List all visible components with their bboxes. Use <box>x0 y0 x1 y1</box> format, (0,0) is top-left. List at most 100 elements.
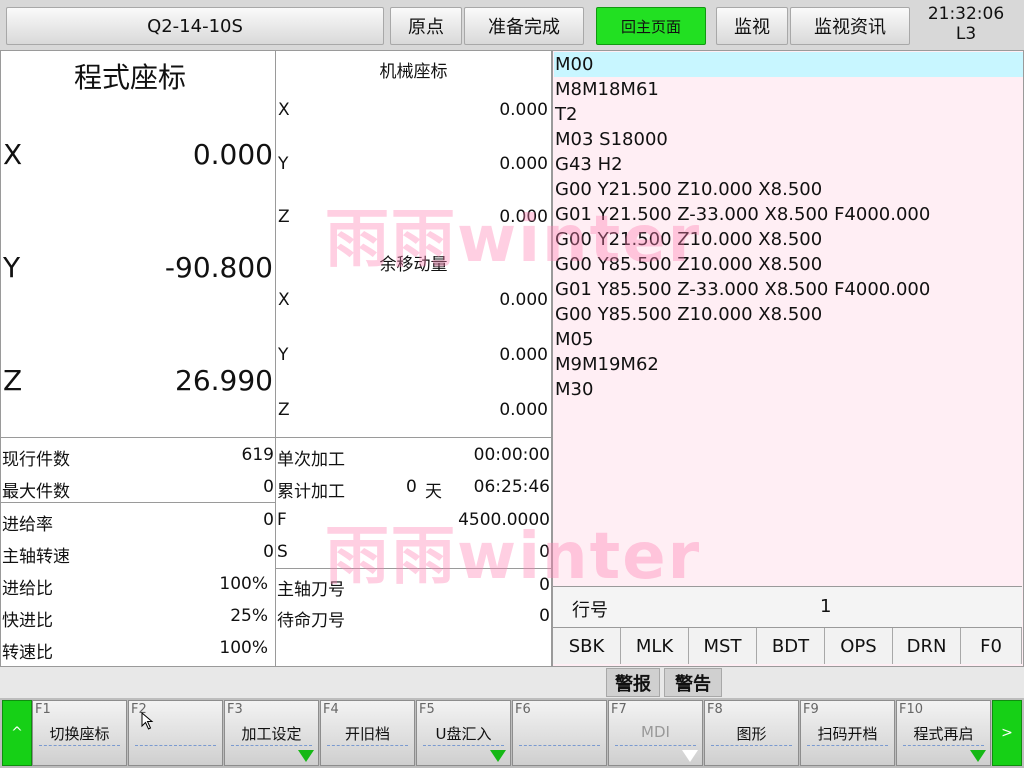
monitor-button[interactable]: 监视 <box>716 7 788 45</box>
remaining-axis-y-value: 0.000 <box>499 345 548 365</box>
program-line[interactable]: M8M18M61 <box>554 77 1023 102</box>
softkey-f2[interactable]: F2 <box>128 700 223 766</box>
s-label: S <box>277 542 288 562</box>
spindle-speed-value: 0 <box>263 542 274 562</box>
softkey-underline <box>711 745 792 746</box>
mode-bdt[interactable]: BDT <box>757 628 825 664</box>
program-line[interactable]: G00 Y21.500 Z10.000 X8.500 <box>554 227 1023 252</box>
single-machining-label: 单次加工 <box>277 450 345 470</box>
program-line[interactable]: G01 Y21.500 Z-33.000 X8.500 F4000.000 <box>554 202 1023 227</box>
clock-time: 21:32:06 <box>927 4 1005 24</box>
softkey-f8[interactable]: F8 图形 <box>704 700 799 766</box>
alarm-tab[interactable]: 警报 <box>606 668 660 697</box>
program-line[interactable]: M00 <box>554 52 1023 77</box>
remaining-move-title: 余移动量 <box>379 255 448 275</box>
main-page-button[interactable]: 回主页面 <box>596 7 706 45</box>
softkey-label: 程式再启 <box>913 725 974 743</box>
softkey-underline <box>39 745 120 746</box>
machine-axis-z-value: 0.000 <box>499 207 548 227</box>
program-line[interactable]: G00 Y21.500 Z10.000 X8.500 <box>554 177 1023 202</box>
softkey-number: F8 <box>707 702 723 717</box>
submenu-triangle-icon <box>298 750 314 762</box>
softkey-number: F7 <box>611 702 627 717</box>
speed-ratio-value: 100% <box>219 638 268 658</box>
softkey-underline <box>327 745 408 746</box>
program-line[interactable]: M03 S18000 <box>554 127 1023 152</box>
program-line[interactable]: G01 Y85.500 Z-33.000 X8.500 F4000.000 <box>554 277 1023 302</box>
mode-sbk[interactable]: SBK <box>553 628 621 664</box>
softkey-number: F10 <box>899 702 924 717</box>
line-number-label: 行号 <box>572 600 608 621</box>
spindle-tool-value: 0 <box>539 575 550 595</box>
softkey-prev-button[interactable]: ^ <box>2 700 32 766</box>
softkey-label: 扫码开档 <box>817 725 878 743</box>
submenu-triangle-icon <box>490 750 506 762</box>
program-line[interactable]: T2 <box>554 102 1023 127</box>
softkey-f1[interactable]: F1 切换座标 <box>32 700 127 766</box>
softkey-f5[interactable]: F5 U盘汇入 <box>416 700 511 766</box>
program-line[interactable]: M30 <box>554 377 1023 402</box>
spindle-speed-label: 主轴转速 <box>2 547 70 567</box>
softkey-number: F3 <box>227 702 243 717</box>
machine-axis-y-label: Y <box>278 154 289 174</box>
softkey-f7[interactable]: F7 MDI <box>608 700 703 766</box>
total-machining-days: 0 <box>406 477 417 497</box>
softkey-underline <box>903 745 984 746</box>
home-status-button[interactable]: 原点 <box>390 7 462 45</box>
program-axis-y-value: -90.800 <box>164 251 273 284</box>
clock: 21:32:06 L3 <box>916 4 1016 46</box>
access-level: L3 <box>955 24 977 44</box>
program-line[interactable]: G00 Y85.500 Z10.000 X8.500 <box>554 252 1023 277</box>
feed-rate-label: 进给率 <box>2 515 53 535</box>
softkey-label: MDI <box>641 723 670 741</box>
machine-axis-x-value: 0.000 <box>499 100 548 120</box>
softkey-f4[interactable]: F4 开旧档 <box>320 700 415 766</box>
softkey-f6[interactable]: F6 <box>512 700 607 766</box>
feed-rate-value: 0 <box>263 510 274 530</box>
f-value: 4500.0000 <box>458 510 550 530</box>
total-machining-time: 06:25:46 <box>473 477 550 497</box>
remaining-axis-z-label: Z <box>278 400 290 420</box>
softkey-next-button[interactable]: > <box>992 700 1022 766</box>
f-label: F <box>277 510 287 530</box>
softkey-label: U盘汇入 <box>435 725 492 743</box>
program-line[interactable]: M9M19M62 <box>554 352 1023 377</box>
ready-status-button[interactable]: 准备完成 <box>464 7 584 45</box>
softkey-underline <box>519 745 600 746</box>
program-line[interactable]: G00 Y85.500 Z10.000 X8.500 <box>554 302 1023 327</box>
softkey-underline <box>423 745 504 746</box>
feed-ratio-label: 进给比 <box>2 579 53 599</box>
softkey-label: 加工设定 <box>241 725 302 743</box>
softkey-f10[interactable]: F10 程式再启 <box>896 700 991 766</box>
rapid-ratio-label: 快进比 <box>2 611 53 631</box>
mode-ops[interactable]: OPS <box>825 628 893 664</box>
program-name-display: Q2-14-10S <box>6 7 384 45</box>
machine-coords-title: 机械座标 <box>379 62 448 82</box>
warning-tab[interactable]: 警告 <box>664 668 722 697</box>
monitor-info-button[interactable]: 监视资讯 <box>790 7 910 45</box>
softkey-number: F1 <box>35 702 51 717</box>
program-line[interactable]: M05 <box>554 327 1023 352</box>
softkey-f9[interactable]: F9 扫码开档 <box>800 700 895 766</box>
softkey-f3[interactable]: F3 加工设定 <box>224 700 319 766</box>
mode-mlk[interactable]: MLK <box>621 628 689 664</box>
remaining-axis-y-label: Y <box>278 345 289 365</box>
mode-mst[interactable]: MST <box>689 628 757 664</box>
s-value: 0 <box>539 542 550 562</box>
softkey-number: F4 <box>323 702 339 717</box>
softkey-underline <box>231 745 312 746</box>
line-number-value: 1 <box>820 596 832 617</box>
softkey-underline <box>135 745 216 746</box>
mode-drn[interactable]: DRN <box>893 628 961 664</box>
submenu-triangle-icon <box>970 750 986 762</box>
softkey-underline <box>807 745 888 746</box>
program-axis-y-label: Y <box>3 251 21 284</box>
max-parts-value: 0 <box>263 477 274 497</box>
program-axis-z-value: 26.990 <box>175 364 273 397</box>
program-coords-title: 程式座标 <box>74 61 187 94</box>
current-parts-value: 619 <box>241 445 274 465</box>
rapid-ratio-value: 25% <box>230 606 268 626</box>
program-line[interactable]: G43 H2 <box>554 152 1023 177</box>
mode-f0[interactable]: F0 <box>961 628 1022 664</box>
remaining-axis-x-value: 0.000 <box>499 290 548 310</box>
